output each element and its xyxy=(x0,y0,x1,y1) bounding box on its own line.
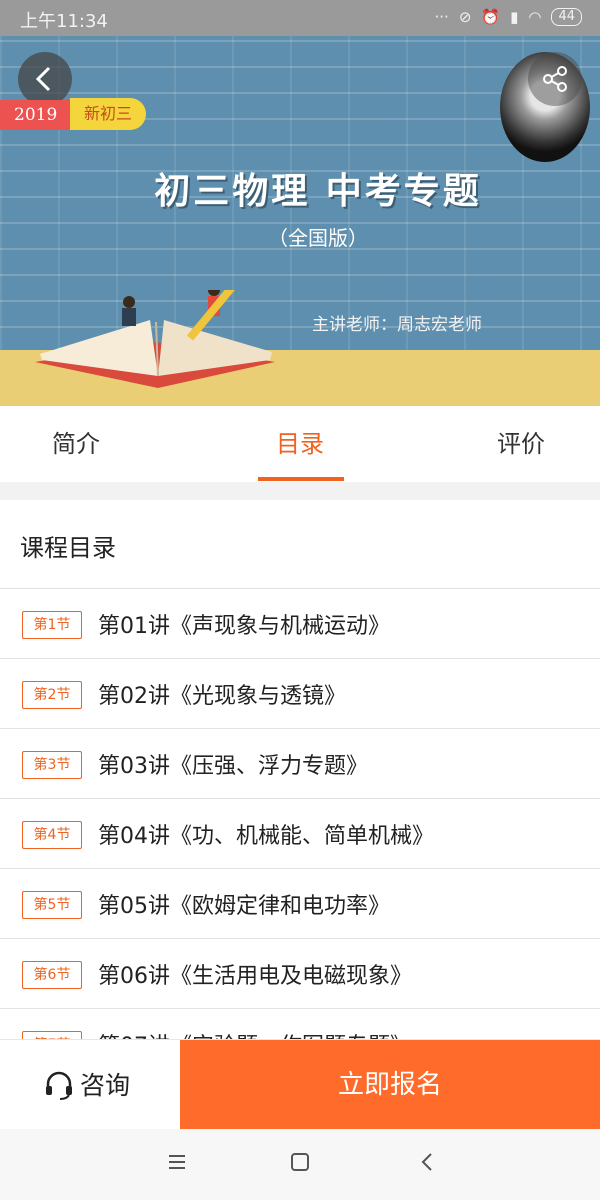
consult-button[interactable]: 咨询 xyxy=(0,1040,180,1130)
lesson-title: 第01讲《声现象与机械运动》 xyxy=(98,614,390,639)
lesson-item[interactable]: 第5节 第05讲《欧姆定律和电功率》 xyxy=(0,869,600,939)
year-tag: 2019 xyxy=(0,100,72,130)
lesson-list: 第1节 第01讲《声现象与机械运动》 第2节 第02讲《光现象与透镜》 第3节 … xyxy=(0,589,600,1079)
headset-icon xyxy=(46,1071,72,1100)
system-nav-bar xyxy=(0,1129,600,1200)
lesson-title: 第06讲《生活用电及电磁现象》 xyxy=(98,964,412,989)
lesson-title: 第02讲《光现象与透镜》 xyxy=(98,684,346,709)
teacher-name: 主讲老师：周志宏老师 xyxy=(312,315,482,335)
tab-intro[interactable]: 简介 xyxy=(52,424,100,459)
menu-icon[interactable] xyxy=(166,1151,188,1173)
section-badge: 第5节 xyxy=(22,891,82,919)
grade-tag: 新初三 xyxy=(70,98,147,130)
dots-icon: ··· xyxy=(434,8,449,26)
muted-icon: ⊘ xyxy=(458,8,472,26)
section-divider xyxy=(0,482,600,500)
section-badge: 第2节 xyxy=(22,681,82,709)
battery-icon: 44 xyxy=(551,8,582,26)
enroll-button[interactable]: 立即报名 xyxy=(180,1040,600,1130)
consult-label: 咨询 xyxy=(80,1071,131,1100)
banner-subtitle: （全国版） xyxy=(268,226,368,250)
back-nav-icon[interactable] xyxy=(416,1151,438,1173)
status-time: 上午11:34 xyxy=(20,11,108,32)
section-badge: 第3节 xyxy=(22,751,82,779)
course-banner: 2019 新初三 初三物理 中考专题 （全国版） 主讲老师：周志宏老师 xyxy=(0,36,600,406)
back-arrow-icon xyxy=(35,66,51,92)
section-badge: 第4节 xyxy=(22,821,82,849)
lesson-title: 第05讲《欧姆定律和电功率》 xyxy=(98,894,390,919)
lesson-title: 第03讲《压强、浮力专题》 xyxy=(98,754,368,779)
active-tab-indicator xyxy=(258,477,344,481)
wifi-icon: ◠ xyxy=(528,8,542,26)
alarm-icon: ⏰ xyxy=(481,8,501,26)
course-tabs: 简介 目录 评价 xyxy=(0,406,600,483)
lesson-item[interactable]: 第1节 第01讲《声现象与机械运动》 xyxy=(0,589,600,659)
catalog-header: 课程目录 xyxy=(0,500,600,589)
back-button[interactable] xyxy=(18,52,72,106)
action-bar: 咨询 立即报名 xyxy=(0,1039,600,1130)
section-badge: 第6节 xyxy=(22,961,82,989)
lesson-item[interactable]: 第3节 第03讲《压强、浮力专题》 xyxy=(0,729,600,799)
tab-reviews[interactable]: 评价 xyxy=(497,424,545,459)
status-icons: ··· ⊘ ⏰ ▮ ◠ 44 xyxy=(435,8,582,26)
lesson-item[interactable]: 第6节 第06讲《生活用电及电磁现象》 xyxy=(0,939,600,1009)
home-icon[interactable] xyxy=(289,1151,311,1173)
lesson-item[interactable]: 第4节 第04讲《功、机械能、简单机械》 xyxy=(0,799,600,869)
share-icon xyxy=(543,66,567,92)
banner-title: 初三物理 中考专题 xyxy=(154,171,482,212)
lesson-title: 第04讲《功、机械能、简单机械》 xyxy=(98,824,434,849)
lesson-item[interactable]: 第2节 第02讲《光现象与透镜》 xyxy=(0,659,600,729)
status-bar: 上午11:34 ··· ⊘ ⏰ ▮ ◠ 44 xyxy=(0,0,600,36)
share-button[interactable] xyxy=(528,52,582,106)
tab-catalog[interactable]: 目录 xyxy=(276,424,324,459)
signal-icon: ▮ xyxy=(510,8,519,26)
section-badge: 第1节 xyxy=(22,611,82,639)
open-book-illustration xyxy=(30,272,280,404)
catalog-title: 课程目录 xyxy=(20,534,116,562)
